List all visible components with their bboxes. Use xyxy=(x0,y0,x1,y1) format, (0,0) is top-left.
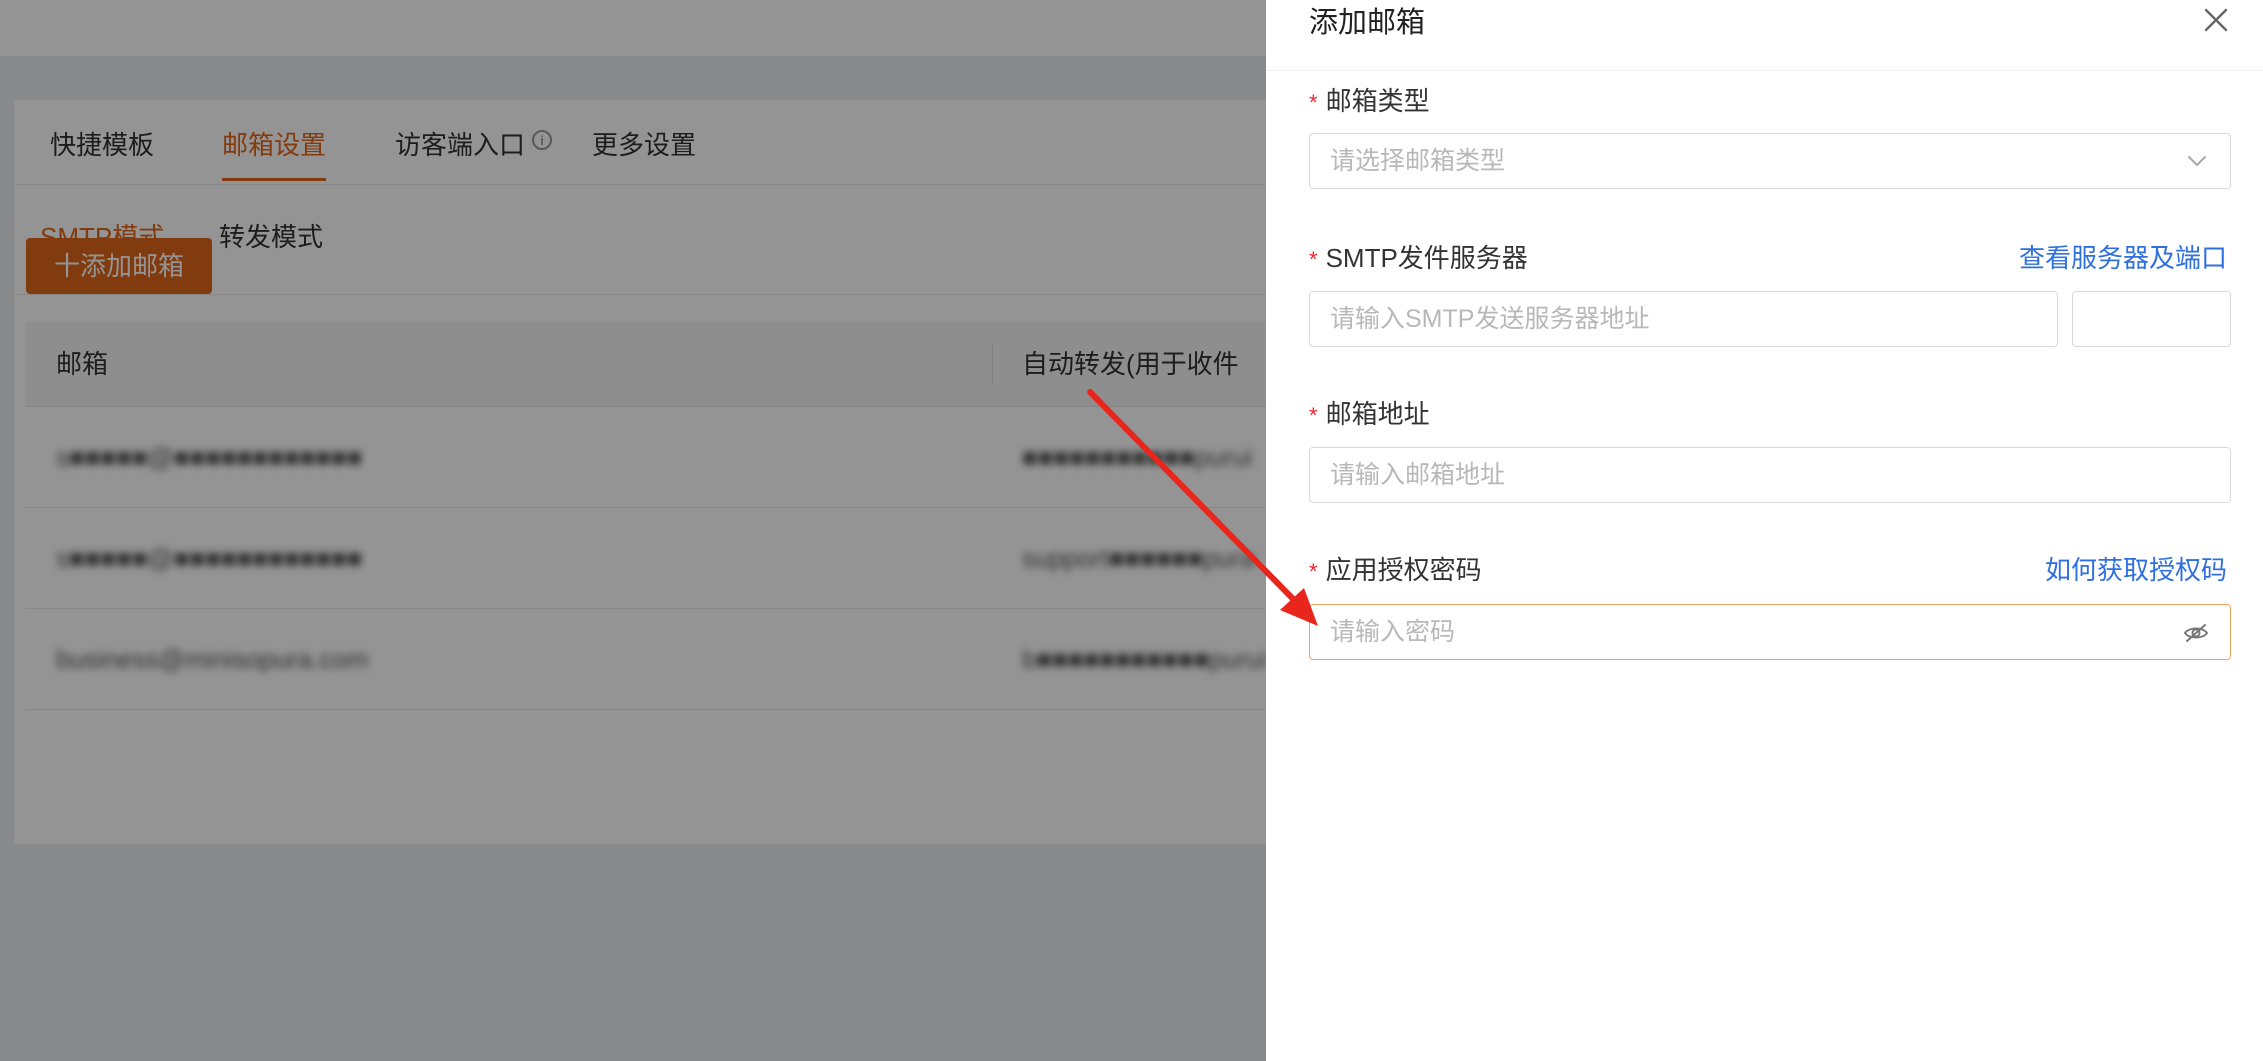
mail-type-select[interactable] xyxy=(1309,133,2231,189)
email-address-label-text: 邮箱地址 xyxy=(1325,399,1430,429)
close-icon[interactable] xyxy=(2202,6,2230,34)
view-server-port-link[interactable]: 查看服务器及端口 xyxy=(2019,241,2227,275)
drawer-title: 添加邮箱 xyxy=(1309,7,1426,39)
mail-type-label-text: 邮箱类型 xyxy=(1325,86,1430,116)
how-to-get-auth-code-link[interactable]: 如何获取授权码 xyxy=(2045,553,2227,587)
mail-type-select-input[interactable] xyxy=(1330,134,2170,188)
auth-password-label-text: 应用授权密码 xyxy=(1325,555,1482,585)
required-mark: * xyxy=(1309,90,1318,115)
email-address-label: * 邮箱地址 xyxy=(1309,397,1430,433)
smtp-server-input[interactable] xyxy=(1309,291,2058,347)
add-mailbox-drawer: 添加邮箱 * 邮箱类型 * SMTP发件服务器 查看服务器及端口 * 邮箱地址 * 应用… xyxy=(1266,0,2263,1061)
auth-password-input[interactable] xyxy=(1309,604,2231,660)
smtp-server-label: * SMTP发件服务器 xyxy=(1309,241,1528,277)
email-address-field[interactable] xyxy=(1330,448,2170,502)
required-mark: * xyxy=(1309,247,1318,272)
email-address-input[interactable] xyxy=(1309,447,2231,503)
smtp-server-field[interactable] xyxy=(1330,292,1997,346)
smtp-server-label-text: SMTP发件服务器 xyxy=(1325,243,1528,273)
required-mark: * xyxy=(1309,559,1318,584)
eye-slash-icon[interactable] xyxy=(2182,619,2210,647)
auth-password-field[interactable] xyxy=(1330,605,2170,659)
auth-password-label: * 应用授权密码 xyxy=(1309,553,1482,589)
required-mark: * xyxy=(1309,403,1318,428)
drawer-header: 添加邮箱 xyxy=(1266,0,2263,71)
chevron-down-icon xyxy=(2188,156,2206,166)
modal-overlay[interactable] xyxy=(0,0,1266,1061)
smtp-port-field[interactable] xyxy=(2093,292,2170,346)
smtp-port-input[interactable] xyxy=(2072,291,2231,347)
mail-type-label: * 邮箱类型 xyxy=(1309,84,1430,120)
